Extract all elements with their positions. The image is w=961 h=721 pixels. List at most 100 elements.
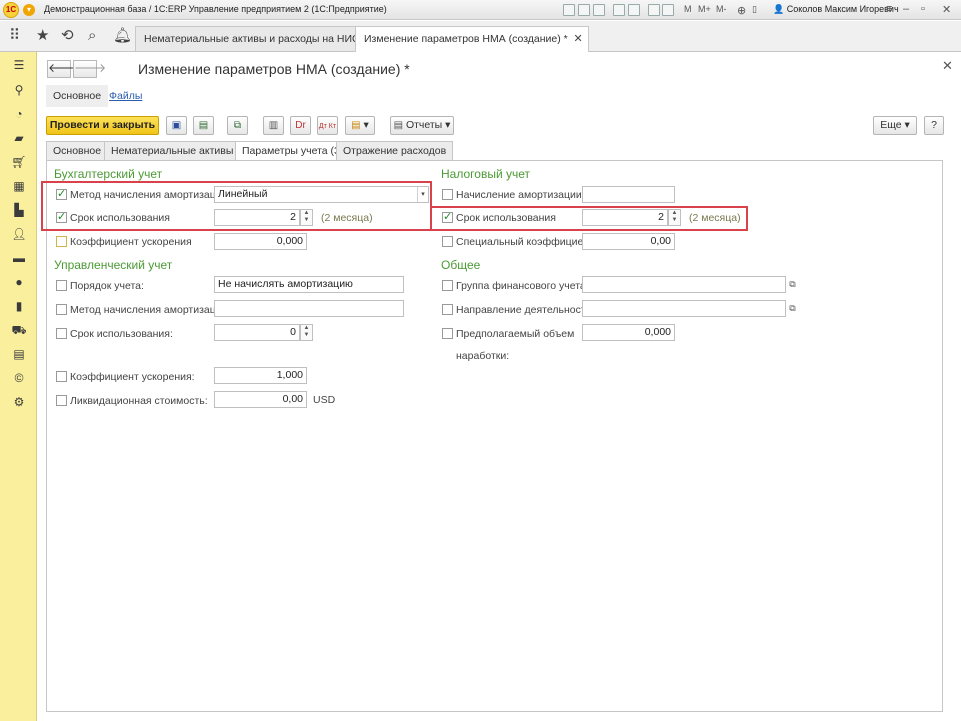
1c-logo-icon: 1С	[3, 2, 19, 18]
zoom-icon[interactable]: ⊕	[737, 4, 746, 17]
save-doc-button[interactable]: ▣	[166, 116, 187, 135]
sidebar-item-dashboard-icon[interactable]: ◔	[11, 106, 27, 122]
reports-menu-button[interactable]: ▤ Отчеты ▾	[390, 116, 454, 135]
tab-nma-change[interactable]: Изменение параметров НМА (создание) * ✕	[355, 26, 589, 52]
tab-main[interactable]: Основное	[46, 141, 109, 161]
maximize-button[interactable]: ▫	[921, 3, 925, 15]
tab-intangible-assets[interactable]: Нематериальные активы (1)	[104, 141, 257, 161]
help-button[interactable]: ?	[924, 116, 944, 135]
sidebar-item-staff-icon[interactable]: 👤︎	[11, 226, 27, 242]
accounting-section-title: Бухгалтерский учет	[54, 167, 163, 181]
post-doc-button[interactable]: ▤	[193, 116, 214, 135]
general-fingroup-checkbox[interactable]	[442, 280, 453, 291]
more-label: Еще	[880, 119, 902, 131]
sidebar-item-reports-icon[interactable]: ▤	[11, 346, 27, 362]
close-window-button[interactable]: ✕	[942, 3, 951, 16]
dt-kt-button[interactable]: Дт Кт	[317, 116, 338, 135]
subtab-files-link[interactable]: Файлы	[109, 90, 142, 102]
sidebar-item-settings-gear-icon[interactable]: ⚙	[11, 394, 27, 410]
journal-button[interactable]: ▥	[263, 116, 284, 135]
memory-m-button[interactable]: M	[684, 4, 692, 14]
save-icon[interactable]	[563, 4, 575, 16]
calendar-icon[interactable]	[662, 4, 674, 16]
document-form: 🡐 🡒 Изменение параметров НМА (создание) …	[37, 52, 961, 721]
tab-accounting-params[interactable]: Параметры учета (3)	[235, 141, 351, 162]
sidebar-item-repairs-icon[interactable]: ⛟	[11, 322, 27, 338]
open-link-icon[interactable]: ⧉	[786, 277, 799, 292]
general-volume-input[interactable]: 0,000	[582, 324, 675, 341]
sidebar-item-crm-icon[interactable]: ⚲	[11, 82, 27, 98]
main-menu-icon[interactable]: ▾	[23, 4, 35, 16]
management-coef-checkbox[interactable]	[56, 371, 67, 382]
general-direction-input[interactable]	[582, 300, 786, 317]
post-and-close-button[interactable]: Провести и закрыть	[46, 116, 159, 135]
calculator-icon[interactable]	[648, 4, 660, 16]
highlight-frame-tax	[430, 206, 748, 231]
general-volume-checkbox[interactable]	[442, 328, 453, 339]
preview-icon[interactable]	[593, 4, 605, 16]
sections-sidebar: ☰ ⚲ ◔ ▰ 🛒︎ ▦ ▙ 👤︎ ▬ ● ▮ ⛟ ▤ © ⚙	[0, 52, 37, 721]
open-link-icon[interactable]: ⧉	[786, 301, 799, 316]
tax-special-checkbox[interactable]	[442, 236, 453, 247]
subtab-main[interactable]: Основное	[46, 85, 109, 107]
general-direction-label: Направление деятельности:	[456, 304, 595, 316]
dr-cr-button[interactable]: Dr	[290, 116, 311, 135]
minimize-button[interactable]: –	[903, 3, 909, 15]
user-name: Соколов Максим Игоревич	[786, 4, 899, 14]
settings-icon[interactable]: ≡	[886, 3, 892, 15]
management-liquid-input[interactable]: 0,00	[214, 391, 307, 408]
memory-plus-button[interactable]: M+	[698, 4, 711, 14]
sidebar-item-payroll-icon[interactable]: ▬	[11, 250, 27, 266]
tab-label: Нематериальные активы и расходы на НИОКР	[144, 33, 374, 45]
favorites-star-icon[interactable]: ★	[36, 27, 49, 45]
tax-special-label: Специальный коэффициент:	[456, 236, 597, 248]
management-order-checkbox[interactable]	[56, 280, 67, 291]
management-liquid-currency: USD	[313, 394, 336, 406]
attach-menu-button[interactable]: ▤ ▾	[345, 116, 375, 135]
management-liquid-checkbox[interactable]	[56, 395, 67, 406]
management-term-stepper[interactable]: ▲ ▼	[300, 324, 313, 341]
tab-expense-reflection[interactable]: Отражение расходов	[336, 141, 454, 161]
notifications-bell-icon[interactable]: 🔔︎	[113, 27, 132, 45]
print-icon[interactable]	[578, 4, 590, 16]
accounting-coef-checkbox[interactable]	[56, 236, 67, 247]
management-term-input[interactable]: 0	[214, 324, 300, 341]
management-term-checkbox[interactable]	[56, 328, 67, 339]
close-tab-icon[interactable]: ✕	[574, 27, 583, 51]
sidebar-item-production-icon[interactable]: ▙	[11, 202, 27, 218]
sidebar-item-budget-icon[interactable]: ▮	[11, 298, 27, 314]
info-icon[interactable]: ▯	[752, 4, 757, 15]
history-icon[interactable]: ⟲	[61, 27, 74, 45]
general-direction-checkbox[interactable]	[442, 304, 453, 315]
upload-icon[interactable]	[613, 4, 625, 16]
tab-label: Изменение параметров НМА (создание) *	[364, 33, 568, 45]
search-icon[interactable]: ⌕	[88, 27, 96, 45]
management-method-input[interactable]	[214, 300, 404, 317]
tax-special-input[interactable]: 0,00	[582, 233, 675, 250]
create-based-on-button[interactable]: ⧉	[227, 116, 248, 135]
back-button[interactable]: 🡐	[47, 60, 80, 78]
management-order-input[interactable]: Не начислять амортизацию	[214, 276, 404, 293]
general-fingroup-input[interactable]	[582, 276, 786, 293]
apps-grid-icon[interactable]: ⠿	[9, 27, 20, 45]
close-form-icon[interactable]: ✕	[942, 58, 953, 74]
management-coef-input[interactable]: 1,000	[214, 367, 307, 384]
current-user[interactable]: 👤 Соколов Максим Игоревич	[773, 4, 899, 15]
sidebar-item-sales-icon[interactable]: ▰	[11, 130, 27, 146]
tax-section-title: Налоговый учет	[441, 167, 530, 181]
main-menu-list-icon[interactable]: ☰	[11, 57, 27, 73]
forward-button[interactable]: 🡒	[73, 60, 106, 78]
sidebar-item-purchases-icon[interactable]: 🛒︎	[11, 154, 27, 170]
management-method-checkbox[interactable]	[56, 304, 67, 315]
general-volume-label-2: наработки:	[456, 350, 510, 362]
accounting-coef-input[interactable]: 0,000	[214, 233, 307, 250]
accounting-coef-label: Коэффициент ускорения	[70, 236, 192, 248]
tax-accrual-input[interactable]	[582, 186, 675, 203]
tax-accrual-checkbox[interactable]	[442, 189, 453, 200]
sidebar-item-warehouse-icon[interactable]: ▦	[11, 178, 27, 194]
sidebar-item-finance-icon[interactable]: ●	[11, 274, 27, 290]
memory-minus-button[interactable]: M-	[716, 4, 727, 14]
sidebar-item-regulated-icon[interactable]: ©	[11, 370, 27, 386]
more-menu-button[interactable]: Еще ▾	[873, 116, 917, 135]
link-icon[interactable]	[628, 4, 640, 16]
